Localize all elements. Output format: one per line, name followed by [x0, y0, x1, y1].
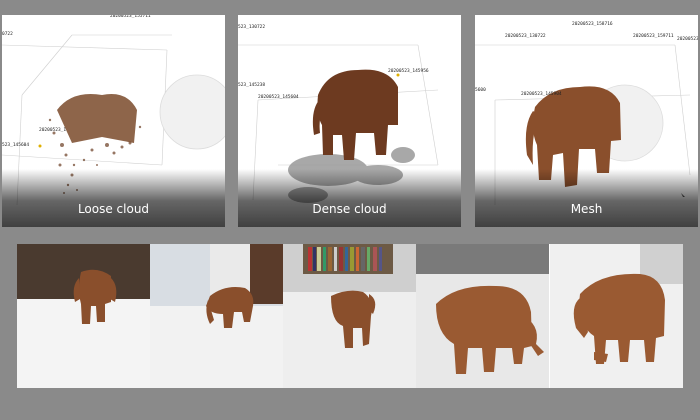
- caption-bar: Mesh: [475, 169, 698, 227]
- camera-label: 20200523_155711: [110, 15, 151, 19]
- camera-label: 5600: [475, 88, 486, 93]
- panel-caption: Mesh: [570, 202, 603, 216]
- camera-label: 523_145604: [2, 143, 30, 148]
- panel-caption: Dense cloud: [312, 202, 387, 216]
- camera-label: 20200523_130722: [505, 34, 546, 39]
- camera-label: 20200523_1: [39, 128, 67, 133]
- camera-label: 20200523_145604: [258, 95, 299, 100]
- reference-photo: [416, 244, 549, 388]
- camera-label: 523_130722: [238, 25, 266, 30]
- camera-label: 20200523_159711: [633, 34, 674, 39]
- reference-photo-strip: [17, 244, 683, 388]
- camera-label: 20200523_1: [677, 37, 698, 42]
- reference-photo: [150, 244, 283, 388]
- camera-label: 20200523_145956: [388, 69, 429, 74]
- mesh-panel: 20200523_158716 20200523_130722 20200523…: [475, 15, 698, 227]
- camera-label: 20200523_158716: [572, 22, 613, 27]
- camera-label: 523_145238: [238, 83, 266, 88]
- loose-cloud-panel: 20200523_155711 0722 20200523_1 523_1456…: [2, 15, 225, 227]
- dense-cloud-panel: 523_130722 20200523_145956 523_145238 20…: [238, 15, 461, 227]
- reference-photo: [17, 244, 150, 388]
- camera-label: 0722: [2, 32, 13, 37]
- panel-caption: Loose cloud: [77, 202, 150, 216]
- caption-bar: Loose cloud: [2, 169, 225, 227]
- reference-photo: [283, 244, 416, 388]
- caption-bar: Dense cloud: [238, 169, 461, 227]
- camera-label: 20200523_145904: [521, 92, 562, 97]
- reference-photo: [550, 244, 683, 388]
